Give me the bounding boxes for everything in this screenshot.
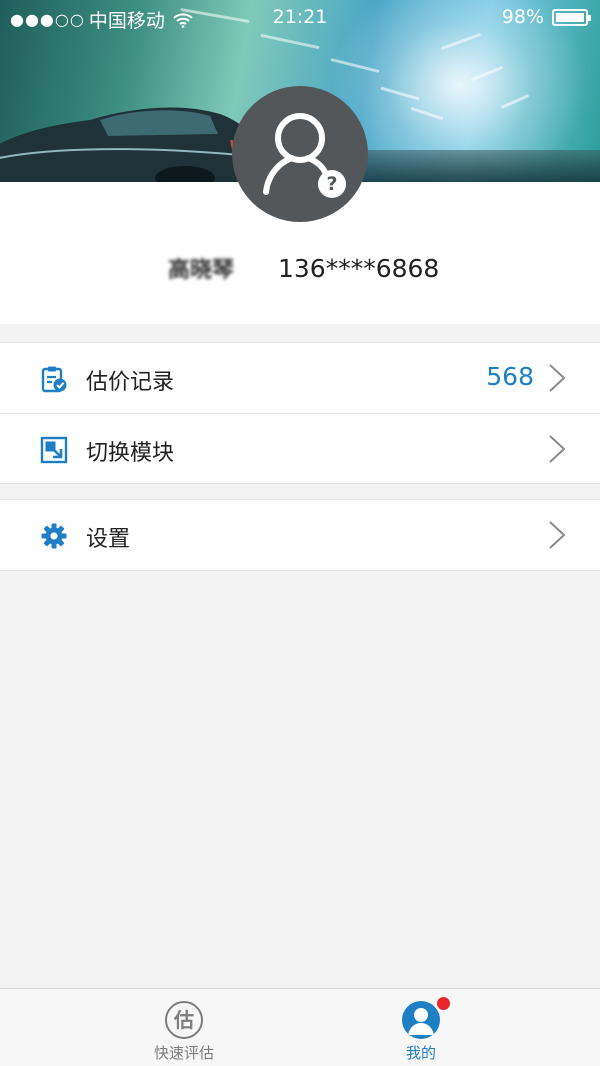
username: 高晓琴 [168, 258, 235, 283]
menu-group-settings: 设置 [0, 499, 600, 571]
help-question-icon[interactable]: ? [318, 170, 346, 198]
battery-icon [552, 8, 591, 26]
notification-dot [437, 997, 450, 1010]
user-avatar-icon[interactable]: ? [232, 86, 368, 222]
menu-item-settings[interactable]: 设置 [0, 500, 600, 570]
chevron-right-icon [549, 435, 566, 463]
status-bar: ●●●○○ 中国移动 21:21 98% [0, 0, 600, 34]
menu-item-switch-module[interactable]: 切换模块 [0, 413, 600, 483]
phone-number: 136****6868 [278, 254, 440, 283]
chevron-right-icon [549, 364, 566, 392]
evaluate-icon: 估 [165, 1001, 203, 1039]
tab-label: 快速评估 [153, 1044, 214, 1062]
battery-percent: 98% [501, 6, 544, 28]
switch-module-icon [40, 436, 68, 464]
menu-item-label: 设置 [86, 527, 131, 552]
tab-label: 我的 [405, 1044, 436, 1062]
gear-icon [41, 523, 67, 549]
menu-item-label: 切换模块 [86, 441, 175, 466]
menu-item-label: 估价记录 [86, 370, 175, 395]
user-profile-icon [402, 1001, 440, 1039]
menu-item-valuation-records[interactable]: 估价记录 568 [0, 343, 600, 413]
tab-mine[interactable]: 我的 [351, 989, 491, 1066]
record-count: 568 [486, 362, 534, 391]
chevron-right-icon [549, 521, 566, 549]
menu-group-records: 估价记录 568 切换模块 [0, 342, 600, 484]
bottom-tab-bar: 估 快速评估 我的 [0, 988, 600, 1066]
clipboard-check-icon [41, 366, 67, 393]
tab-quick-evaluation[interactable]: 估 快速评估 [114, 989, 254, 1066]
